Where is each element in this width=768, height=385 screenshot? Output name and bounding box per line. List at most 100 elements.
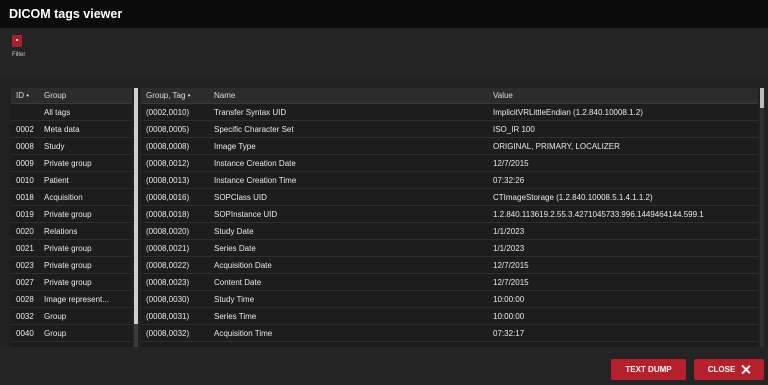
tag-value-cell: ImplicitVRLittleEndian (1.2.840.10008.1.…	[493, 108, 643, 117]
group-row[interactable]: 0032 Group	[11, 308, 132, 325]
tag-name-cell: Acquisition Time	[214, 329, 273, 338]
group-row[interactable]: 0002 Meta data	[11, 121, 132, 138]
column-header-group-tag[interactable]: Group, Tag •	[146, 91, 190, 100]
group-id-cell: 0021	[16, 244, 34, 253]
group-name-cell: Group	[44, 329, 67, 338]
tag-name-cell: Content Date	[214, 278, 262, 287]
group-table-scroll-thumb[interactable]	[134, 88, 138, 324]
tag-name-cell: Image Type	[214, 142, 256, 151]
tag-row[interactable]: (0008,0016) SOPClass UID CTImageStorage (1…	[141, 189, 758, 206]
tag-row[interactable]: (0008,0005) Specific Character Set ISO_IR …	[141, 121, 758, 138]
group-table: ID • Group All tags 0002 Meta data 0008 Stud…	[11, 88, 132, 347]
tag-row[interactable]: (0008,0032) Acquisition Time 07:32:17	[141, 325, 758, 342]
group-row[interactable]: 0008 Study	[11, 138, 132, 155]
group-id-cell: 0018	[16, 193, 34, 202]
tags-table-scrollbar[interactable]	[760, 88, 764, 347]
toolbar: Filter	[0, 28, 768, 105]
group-row[interactable]: 0027 Private group	[11, 274, 132, 291]
tag-name-cell: SOPClass UID	[214, 193, 267, 202]
tags-table: Group, Tag • Name Value (0002,0010) Trans…	[141, 88, 758, 347]
tag-value-cell: 10:00:00	[493, 295, 525, 304]
group-row[interactable]: 0040 Group	[11, 325, 132, 342]
tag-row[interactable]: (0008,0013) Instance Creation Time 07:32:2…	[141, 172, 758, 189]
close-button[interactable]: CLOSE	[694, 359, 764, 380]
filter-icon	[16, 39, 18, 41]
tag-row[interactable]: (0008,0022) Acquisition Date 12/7/2015	[141, 257, 758, 274]
close-label: CLOSE	[707, 365, 736, 374]
group-row[interactable]: 0021 Private group	[11, 240, 132, 257]
tag-name-cell: Specific Character Set	[214, 125, 294, 134]
filter-button[interactable]	[12, 35, 22, 47]
group-row[interactable]: 0009 Private group	[11, 155, 132, 172]
group-name-cell: Private group	[44, 278, 92, 287]
close-icon	[741, 365, 750, 374]
group-name-cell: Private group	[44, 261, 92, 270]
group-tag-cell: (0008,0030)	[146, 295, 190, 304]
group-row[interactable]: 0019 Private group	[11, 206, 132, 223]
group-row[interactable]: 0023 Private group	[11, 257, 132, 274]
tag-value-cell: 10:00:00	[493, 312, 525, 321]
group-table-body: All tags 0002 Meta data 0008 Study 0009 Privat…	[11, 104, 132, 347]
tag-row[interactable]: (0008,0030) Study Time 10:00:00	[141, 291, 758, 308]
tag-row[interactable]: (0008,0021) Series Date 1/1/2023	[141, 240, 758, 257]
tag-value-cell: 12/7/2015	[493, 159, 529, 168]
group-table-scrollbar[interactable]	[134, 88, 138, 347]
group-row[interactable]: 0020 Relations	[11, 223, 132, 240]
tag-name-cell: Study Time	[214, 295, 255, 304]
group-tag-cell: (0008,0018)	[146, 210, 190, 219]
group-name-cell: Study	[44, 142, 65, 151]
tag-row[interactable]: (0008,0031) Series Time 10:00:00	[141, 308, 758, 325]
group-row[interactable]: 0018 Acquisition	[11, 189, 132, 206]
group-tag-cell: (0008,0012)	[146, 159, 190, 168]
group-tag-cell: (0008,0021)	[146, 244, 190, 253]
group-tag-cell: (0008,0022)	[146, 261, 190, 270]
group-row[interactable]: All tags	[11, 104, 132, 121]
tag-value-cell: 1.2.840.113619.2.55.3.4271045733.996.144…	[493, 210, 704, 219]
group-row[interactable]: 0028 Image represent...	[11, 291, 132, 308]
tag-value-cell: 1/1/2023	[493, 227, 525, 236]
group-name-cell: Private group	[44, 159, 92, 168]
group-name-cell: Meta data	[44, 125, 80, 134]
tags-table-scroll-thumb[interactable]	[760, 88, 764, 108]
group-name-cell: All tags	[44, 108, 71, 117]
tag-name-cell: Instance Creation Time	[214, 176, 297, 185]
tag-name-cell: Acquisition Date	[214, 261, 272, 270]
group-name-cell: Private group	[44, 244, 92, 253]
tag-name-cell: Series Date	[214, 244, 256, 253]
tag-row[interactable]: (0008,0012) Instance Creation Date 12/7/20…	[141, 155, 758, 172]
group-id-cell: 0002	[16, 125, 34, 134]
tag-value-cell: 07:32:17	[493, 329, 525, 338]
column-header-value[interactable]: Value	[493, 91, 513, 100]
text-dump-button[interactable]: TEXT DUMP	[611, 359, 686, 380]
group-name-cell: Acquisition	[44, 193, 83, 202]
title-bar: DICOM tags viewer	[0, 0, 768, 28]
column-header-id[interactable]: ID •	[16, 91, 29, 100]
group-tag-cell: (0008,0016)	[146, 193, 190, 202]
tag-name-cell: Instance Creation Date	[214, 159, 296, 168]
tag-name-cell: Study Date	[214, 227, 254, 236]
tag-row[interactable]: (0008,0020) Study Date 1/1/2023	[141, 223, 758, 240]
tag-value-cell: 12/7/2015	[493, 278, 529, 287]
tag-row[interactable]: (0002,0010) Transfer Syntax UID ImplicitVR…	[141, 104, 758, 121]
group-name-cell: Image represent...	[44, 295, 109, 304]
group-row[interactable]: 0010 Patient	[11, 172, 132, 189]
tag-value-cell: 07:32:26	[493, 176, 525, 185]
tag-row[interactable]: (0008,0023) Content Date 12/7/2015	[141, 274, 758, 291]
tags-grid-area: ID • Group All tags 0002 Meta data 0008 Stud…	[0, 77, 768, 347]
group-id-cell: 0032	[16, 312, 34, 321]
group-name-cell: Private group	[44, 210, 92, 219]
tag-row[interactable]: (0008,0018) SOPInstance UID 1.2.840.113619…	[141, 206, 758, 223]
group-tag-cell: (0008,0023)	[146, 278, 190, 287]
column-header-group[interactable]: Group	[44, 91, 66, 100]
tag-name-cell: Transfer Syntax UID	[214, 108, 287, 117]
group-id-cell: 0009	[16, 159, 34, 168]
group-id-cell: 0020	[16, 227, 34, 236]
group-tag-cell: (0002,0010)	[146, 108, 190, 117]
group-tag-cell: (0008,0008)	[146, 142, 190, 151]
tag-row[interactable]: (0008,0008) Image Type ORIGINAL, PRIMARY, …	[141, 138, 758, 155]
tag-value-cell: 12/7/2015	[493, 261, 529, 270]
tag-value-cell: ISO_IR 100	[493, 125, 535, 134]
column-header-name[interactable]: Name	[214, 91, 235, 100]
tag-value-cell: 1/1/2023	[493, 244, 525, 253]
window-title: DICOM tags viewer	[9, 7, 123, 21]
